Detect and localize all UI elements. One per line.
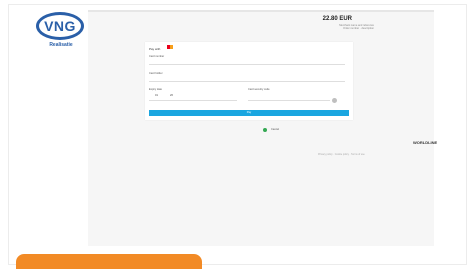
expiry-label: Expiry date — [149, 88, 162, 91]
card-payment-form: Pay with Card number Card holder Expiry … — [145, 42, 353, 120]
payment-page: 22.80 EUR Merchant name and reference Or… — [88, 10, 438, 246]
card-holder-input[interactable] — [149, 81, 345, 82]
expiry-underline — [149, 100, 237, 101]
card-number-label: Card number — [149, 55, 165, 58]
cvc-input[interactable] — [248, 100, 330, 101]
top-bar — [88, 10, 434, 12]
expiry-month-select[interactable]: 01 — [155, 94, 158, 97]
cvc-label: Card security code — [248, 88, 270, 91]
vng-logo: VNG Realisatie — [34, 10, 86, 56]
expiry-year-select[interactable]: 26 — [170, 94, 173, 97]
worldline-logo: WORLDLINE — [413, 140, 438, 145]
merchant-info: Merchant name and reference Order number… — [339, 24, 374, 31]
card-number-input[interactable] — [149, 64, 345, 65]
merchant-line-2: Order number · description — [343, 27, 374, 31]
logo-letters: VNG — [44, 18, 76, 34]
pay-with-label: Pay with — [149, 47, 161, 51]
logo-tagline: Realisatie — [49, 42, 73, 48]
payment-amount: 22.80 EUR — [322, 16, 352, 22]
logo-oval: VNG — [36, 12, 84, 40]
cancel-icon[interactable] — [263, 128, 267, 132]
cancel-link[interactable]: Cancel — [271, 128, 279, 131]
pay-button[interactable]: Pay — [149, 110, 349, 116]
info-icon[interactable] — [332, 98, 337, 103]
card-holder-label: Card holder — [149, 72, 163, 75]
footer-links[interactable]: Privacy policy · Cookie policy · Terms o… — [318, 153, 365, 156]
mastercard-icon — [167, 45, 173, 49]
orange-bottom-bar — [16, 254, 202, 269]
